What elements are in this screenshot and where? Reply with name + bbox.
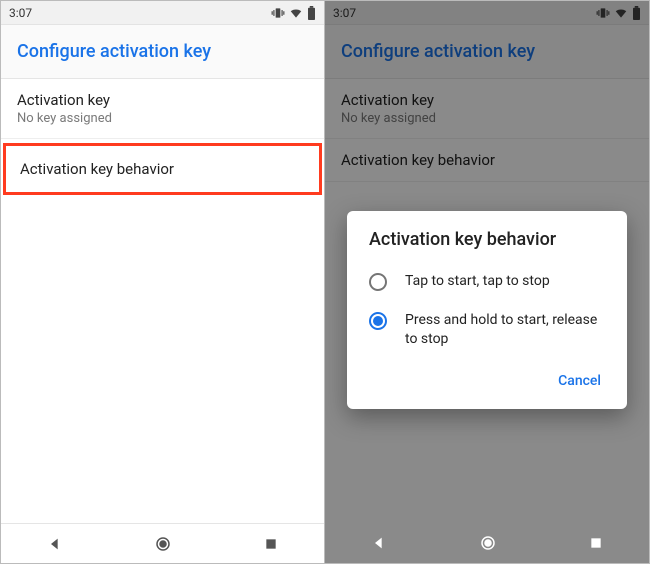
nav-back-icon[interactable]: [47, 536, 63, 552]
nav-bar: [325, 523, 649, 563]
radio-icon: [369, 273, 387, 291]
row-title: Activation key behavior: [20, 160, 305, 178]
status-time: 3:07: [9, 6, 32, 20]
option-label: Tap to start, tap to stop: [405, 272, 550, 291]
nav-recents-icon[interactable]: [589, 536, 603, 550]
row-title: Activation key: [17, 91, 308, 109]
vibrate-icon: [271, 6, 285, 20]
cancel-button[interactable]: Cancel: [550, 367, 609, 395]
wifi-icon: [289, 6, 303, 20]
phone-left: 3:07 Configure activation key Activation…: [1, 1, 325, 563]
dialog-actions: Cancel: [347, 359, 627, 401]
nav-recents-icon[interactable]: [264, 537, 278, 551]
phone-right: 3:07 Configure activation key Activation…: [325, 1, 649, 563]
page-title: Configure activation key: [17, 41, 211, 62]
option-label: Press and hold to start, release to stop: [405, 311, 605, 349]
row-subtitle: No key assigned: [17, 111, 308, 126]
radio-icon: [369, 312, 387, 330]
nav-bar: [1, 523, 324, 563]
status-icons: [271, 6, 316, 20]
dialog-title: Activation key behavior: [347, 229, 627, 262]
battery-icon: [307, 6, 316, 20]
row-activation-key[interactable]: Activation key No key assigned: [1, 79, 324, 139]
app-bar: Configure activation key: [1, 25, 324, 79]
dialog-activation-key-behavior: Activation key behavior Tap to start, ta…: [347, 211, 627, 409]
status-bar: 3:07: [1, 1, 324, 25]
nav-home-icon[interactable]: [479, 534, 497, 552]
nav-back-icon[interactable]: [371, 535, 387, 551]
option-tap-to-start[interactable]: Tap to start, tap to stop: [347, 262, 627, 301]
nav-home-icon[interactable]: [154, 535, 172, 553]
empty-content: [1, 195, 324, 523]
screenshot-pair: 3:07 Configure activation key Activation…: [0, 0, 650, 564]
option-press-and-hold[interactable]: Press and hold to start, release to stop: [347, 301, 627, 359]
row-activation-key-behavior[interactable]: Activation key behavior: [3, 143, 322, 195]
